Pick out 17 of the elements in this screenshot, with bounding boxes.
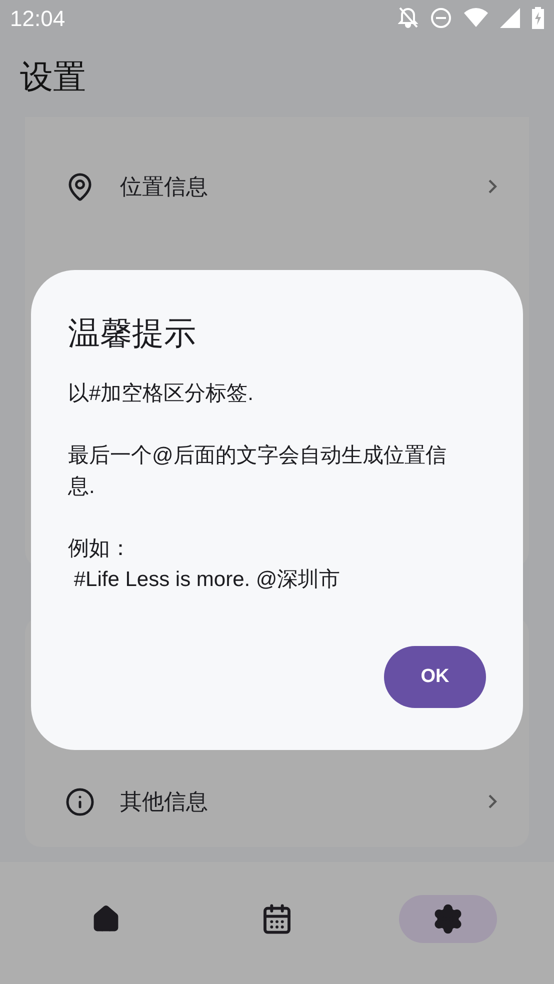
chevron-right-icon <box>488 794 497 809</box>
page-title: 设置 <box>20 56 86 97</box>
ok-button[interactable]: OK <box>384 646 486 708</box>
bell-off-icon <box>398 7 418 29</box>
chevron-right-icon <box>488 179 497 194</box>
wifi-icon <box>464 8 488 28</box>
dialog-message: 以#加空格区分标签. 最后一个@后面的文字会自动生成位置信息. 例如： #Life Less is more. @深圳市 <box>68 381 448 594</box>
status-time: 12:04 <box>10 4 66 32</box>
signal-icon <box>500 8 520 28</box>
calendar-icon <box>260 903 293 935</box>
info-icon <box>65 786 95 816</box>
settings-item-label[interactable]: 位置信息 <box>120 170 488 203</box>
dialog-title: 温馨提示 <box>68 314 197 352</box>
nav-tab[interactable] <box>399 895 498 943</box>
do-not-disturb-icon <box>430 7 452 29</box>
settings-item-label[interactable]: 其他信息 <box>120 785 488 818</box>
battery-icon <box>532 7 544 29</box>
